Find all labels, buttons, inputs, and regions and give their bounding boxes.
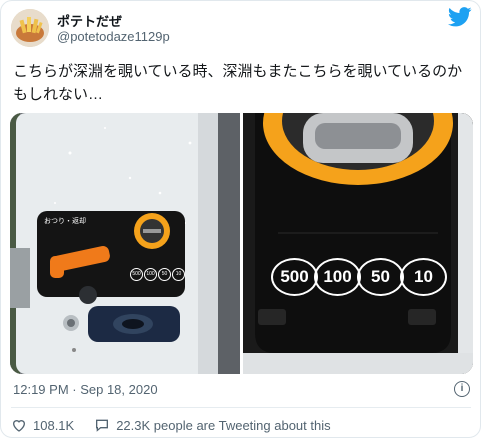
- coin-label: 10: [172, 268, 185, 281]
- tweet-media[interactable]: おつり・返却 500 100 50 10 500 100 50 10: [10, 113, 473, 374]
- speech-bubble-icon: [96, 419, 109, 432]
- divider: [11, 407, 471, 408]
- tweet-text: こちらが深淵を覗いている時、深淵もまたこちらを覗いているのかもしれない…: [13, 63, 463, 103]
- talking-about-text: 22.3K people are Tweeting about this: [116, 417, 331, 433]
- right-photo[interactable]: 500 100 50 10: [243, 113, 473, 374]
- tweet-timestamp[interactable]: 12:19 PM · Sep 18, 2020: [13, 382, 158, 397]
- like-button[interactable]: 108.1K: [11, 417, 74, 433]
- avatar-image: [11, 9, 49, 47]
- like-count: 108.1K: [33, 417, 75, 433]
- coin-label: 10: [400, 258, 447, 296]
- coin-label: 500: [271, 258, 318, 296]
- action-bar: 108.1K 22.3K people are Tweeting about t…: [11, 417, 351, 433]
- coin-label: 500: [130, 268, 143, 281]
- twitter-bird-icon[interactable]: [448, 7, 472, 27]
- conversation-link[interactable]: 22.3K people are Tweeting about this: [94, 417, 331, 433]
- tweet-card: ポテトだぜ @potetodaze1129p こちらが深淵を覗いている時、深淵も…: [0, 0, 481, 438]
- return-change-label: おつり・返却: [44, 218, 86, 225]
- display-name[interactable]: ポテトだぜ: [57, 11, 122, 30]
- coin-label: 100: [314, 258, 361, 296]
- coin-label: 50: [357, 258, 404, 296]
- info-icon[interactable]: i: [454, 381, 470, 397]
- heart-icon: [12, 420, 26, 432]
- right-coin-row: 500 100 50 10: [271, 258, 447, 296]
- coin-slot-closeup-photo: [243, 113, 473, 374]
- coin-label: 50: [158, 268, 171, 281]
- user-handle[interactable]: @potetodaze1129p: [57, 29, 170, 44]
- ticket-machine-photo: [10, 113, 240, 374]
- coin-label: 100: [144, 268, 157, 281]
- left-photo[interactable]: おつり・返却 500 100 50 10: [10, 113, 240, 374]
- avatar[interactable]: [11, 9, 49, 47]
- left-coin-row: 500 100 50 10: [130, 268, 185, 281]
